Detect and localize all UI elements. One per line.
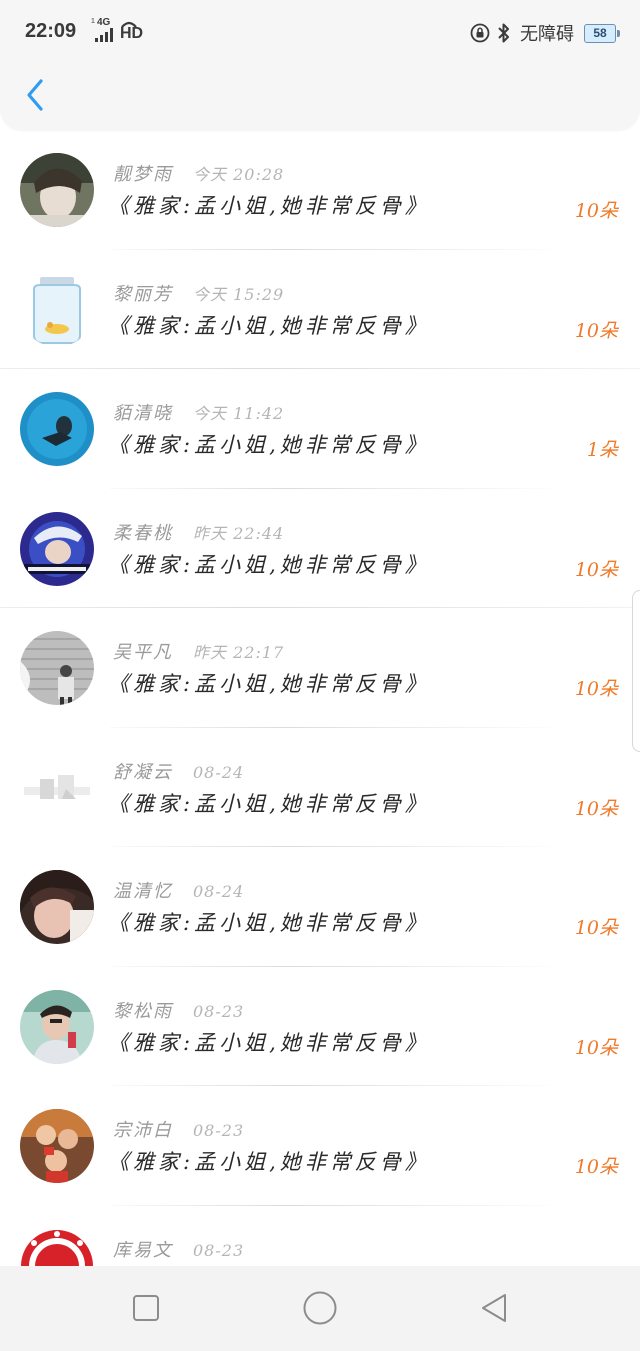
battery-level: 58 <box>593 26 607 40</box>
sender-name: 黎丽芳 <box>113 283 173 305</box>
battery-icon: 58 <box>584 23 620 43</box>
avatar[interactable] <box>20 272 94 347</box>
flower-count: 10朵 <box>574 1156 618 1178</box>
book-title: 《雅家:孟小姐,她非常反骨》 <box>108 1150 430 1174</box>
sender-name: 柔春桃 <box>113 522 173 544</box>
flower-count: 10朵 <box>574 917 618 939</box>
gift-time: 08-23 <box>193 1240 245 1260</box>
triangle-back-icon <box>482 1294 506 1322</box>
sender-name: 宗沛白 <box>113 1120 173 1141</box>
sender-line: 黎丽芳 今天 15:29 <box>113 280 285 305</box>
sender-line: 舒凝云 08-24 <box>113 758 245 783</box>
system-back-button[interactable] <box>474 1288 514 1328</box>
avatar[interactable] <box>20 870 94 944</box>
list-item[interactable]: 黎松雨 08-23 《雅家:孟小姐,她非常反骨》 10朵 <box>0 967 640 1086</box>
list-item[interactable]: 靓梦雨 今天 20:28 《雅家:孟小姐,她非常反骨》 10朵 <box>0 130 640 250</box>
network-indicator: 1 4G HD <box>91 17 144 42</box>
flower-count: 10朵 <box>574 558 618 581</box>
flower-count: 10朵 <box>574 797 618 820</box>
edge-panel-handle[interactable] <box>632 590 640 752</box>
flower-count: 10朵 <box>574 1036 618 1059</box>
book-title: 《雅家:孟小姐,她非常反骨》 <box>108 1030 430 1055</box>
avatar[interactable] <box>20 1109 94 1183</box>
gift-time: 08-24 <box>193 762 245 782</box>
sender-line: 靓梦雨 今天 20:28 <box>113 160 285 185</box>
rotation-lock-icon <box>470 23 490 43</box>
sender-name: 舒凝云 <box>113 761 173 783</box>
book-title: 《雅家:孟小姐,她非常反骨》 <box>108 433 430 457</box>
list-item[interactable]: 黎丽芳 今天 15:29 《雅家:孟小姐,她非常反骨》 10朵 <box>0 250 640 369</box>
sender-line: 宗沛白 08-23 <box>113 1116 245 1141</box>
top-bar: 22:09 1 4G HD 无障碍 58 <box>0 0 640 130</box>
chevron-left-icon <box>27 79 43 111</box>
gift-record-list: 靓梦雨 今天 20:28 《雅家:孟小姐,她非常反骨》 10朵 黎丽芳 今天 1… <box>0 130 640 1325</box>
sender-line: 吴平凡 昨天 22:17 <box>113 638 285 663</box>
accessibility-label: 无障碍 <box>520 24 574 45</box>
sender-name: 貊清晓 <box>113 403 173 424</box>
flower-count: 10朵 <box>574 319 618 342</box>
book-title: 《雅家:孟小姐,她非常反骨》 <box>108 194 430 218</box>
gift-time: 08-23 <box>193 1001 245 1021</box>
avatar[interactable] <box>20 511 94 586</box>
gift-time: 08-23 <box>193 1121 245 1140</box>
sender-name: 温清忆 <box>113 881 173 902</box>
avatar[interactable] <box>20 392 94 466</box>
book-title: 《雅家:孟小姐,她非常反骨》 <box>108 911 430 935</box>
gift-time: 今天 11:42 <box>193 404 285 423</box>
list-item[interactable]: 貊清晓 今天 11:42 《雅家:孟小姐,她非常反骨》 1朵 <box>0 369 640 489</box>
book-title: 《雅家:孟小姐,她非常反骨》 <box>108 552 430 577</box>
sender-line: 貊清晓 今天 11:42 <box>113 399 285 424</box>
navigation-bar <box>0 1266 640 1351</box>
list-item[interactable]: 宗沛白 08-23 《雅家:孟小姐,她非常反骨》 10朵 <box>0 1086 640 1206</box>
list-item[interactable]: 温清忆 08-24 《雅家:孟小姐,她非常反骨》 10朵 <box>0 847 640 967</box>
avatar[interactable] <box>20 153 94 227</box>
avatar[interactable] <box>20 750 94 825</box>
sender-name: 吴平凡 <box>113 642 173 663</box>
sender-name: 黎松雨 <box>113 1000 173 1022</box>
gift-time: 昨天 22:44 <box>193 523 285 543</box>
bluetooth-icon <box>498 23 509 43</box>
book-title: 《雅家:孟小姐,她非常反骨》 <box>108 313 430 338</box>
circle-icon <box>303 1291 337 1325</box>
avatar[interactable] <box>20 631 94 705</box>
sender-name: 库易文 <box>113 1239 173 1261</box>
sender-line: 黎松雨 08-23 <box>113 997 245 1022</box>
network-type: 4G <box>97 17 111 28</box>
square-icon <box>133 1295 159 1321</box>
sender-line: 柔春桃 昨天 22:44 <box>113 519 285 544</box>
sender-line: 温清忆 08-24 <box>113 877 245 902</box>
flower-count: 1朵 <box>586 439 618 461</box>
wifi-hd-arc-icon <box>121 21 137 28</box>
status-bar: 22:09 1 4G HD 无障碍 58 <box>0 0 640 64</box>
gift-time: 昨天 22:17 <box>193 643 285 662</box>
sender-line: 库易文 08-23 <box>113 1236 245 1261</box>
status-time: 22:09 <box>25 20 77 42</box>
avatar[interactable] <box>20 989 94 1064</box>
screen: 22:09 1 4G HD 无障碍 58 靓梦雨 今天 20:28 《雅家:孟小… <box>0 0 640 1351</box>
list-item[interactable]: 柔春桃 昨天 22:44 《雅家:孟小姐,她非常反骨》 10朵 <box>0 489 640 608</box>
status-right: 无障碍 58 <box>470 20 620 46</box>
recents-button[interactable] <box>126 1288 166 1328</box>
list-item[interactable]: 舒凝云 08-24 《雅家:孟小姐,她非常反骨》 10朵 <box>0 728 640 847</box>
home-button[interactable] <box>300 1288 340 1328</box>
list-item[interactable]: 吴平凡 昨天 22:17 《雅家:孟小姐,她非常反骨》 10朵 <box>0 608 640 728</box>
back-button[interactable] <box>20 76 50 114</box>
sender-name: 靓梦雨 <box>113 164 173 185</box>
flower-count: 10朵 <box>574 678 618 700</box>
signal-icon <box>95 28 113 42</box>
flower-count: 10朵 <box>574 200 618 222</box>
gift-time: 今天 20:28 <box>193 165 285 184</box>
book-title: 《雅家:孟小姐,她非常反骨》 <box>108 672 430 696</box>
gift-time: 08-24 <box>193 882 245 901</box>
book-title: 《雅家:孟小姐,她非常反骨》 <box>108 791 430 816</box>
gift-time: 今天 15:29 <box>193 284 285 304</box>
